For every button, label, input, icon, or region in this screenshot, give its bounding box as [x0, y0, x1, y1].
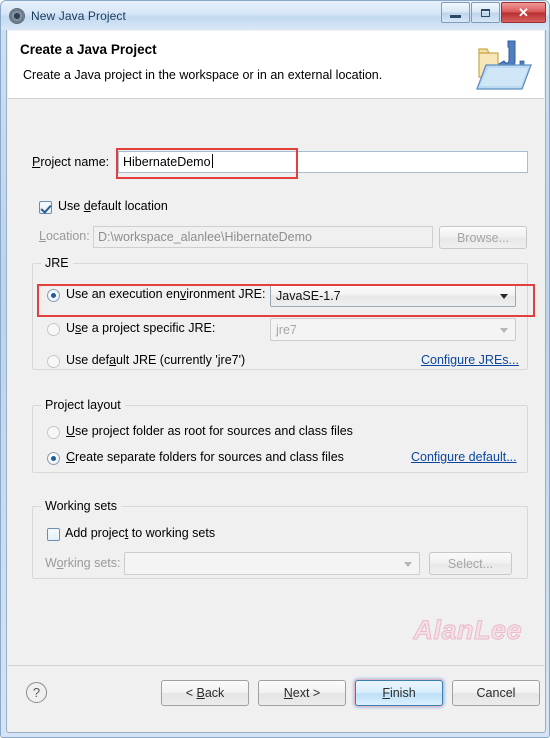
- project-layout-group-title: Project layout: [41, 398, 125, 412]
- help-icon[interactable]: ?: [26, 682, 47, 703]
- window-title: New Java Project: [31, 8, 126, 23]
- browse-label: Browse...: [456, 230, 510, 245]
- label-project-folder-as-root: Use project folder as root for sources a…: [66, 424, 353, 438]
- location-value: D:\workspace_alanlee\HibernateDemo: [98, 230, 313, 244]
- label-use-default-jre: Use default JRE (currently 'jre7'): [66, 353, 246, 367]
- location-input: D:\workspace_alanlee\HibernateDemo: [93, 226, 433, 248]
- finish-button[interactable]: Finish: [355, 680, 443, 706]
- radio-separate-folders[interactable]: [47, 452, 60, 465]
- project-specific-jre-combo: jre7: [270, 318, 516, 341]
- next-button[interactable]: Next >: [258, 680, 346, 706]
- minimize-button[interactable]: [441, 2, 470, 23]
- project-name-value: HibernateDemo: [123, 155, 211, 169]
- radio-use-execution-environment-jre[interactable]: [47, 289, 60, 302]
- use-default-location-checkbox[interactable]: [39, 201, 52, 214]
- maximize-button[interactable]: [471, 2, 500, 23]
- window-controls: ✕: [440, 2, 546, 23]
- back-label: < Back: [185, 686, 225, 700]
- label-use-execution-environment-jre: Use an execution environment JRE:: [66, 287, 266, 301]
- close-icon: ✕: [518, 5, 529, 20]
- finish-label: Finish: [382, 686, 416, 700]
- page-title: Create a Java Project: [20, 42, 157, 57]
- working-sets-group: Working sets Add project to working sets…: [32, 499, 528, 579]
- jre-group: JRE Use an execution environment JRE: Ja…: [32, 256, 528, 370]
- working-sets-combo: [124, 552, 420, 575]
- project-specific-jre-value: jre7: [276, 322, 297, 337]
- execution-environment-value: JavaSE-1.7: [276, 288, 341, 303]
- use-default-location-label: Use default location: [58, 199, 168, 213]
- location-label: Location:: [39, 229, 90, 243]
- label-separate-folders: Create separate folders for sources and …: [66, 450, 344, 464]
- cancel-button[interactable]: Cancel: [452, 680, 540, 706]
- dialog-body: Create a Java Project Create a Java proj…: [6, 30, 546, 733]
- select-label: Select...: [447, 556, 494, 571]
- add-project-to-working-sets-label: Add project to working sets: [65, 526, 216, 540]
- wizard-content: Project name: HibernateDemo Use default …: [8, 100, 544, 666]
- working-sets-group-title: Working sets: [41, 499, 122, 513]
- project-name-label: Project name:: [32, 155, 110, 169]
- cancel-label: Cancel: [476, 686, 516, 700]
- title-bar[interactable]: New Java Project ✕: [1, 1, 549, 30]
- working-sets-label: Working sets:: [45, 556, 121, 570]
- close-button[interactable]: ✕: [501, 2, 546, 23]
- java-project-folder-icon: [476, 37, 534, 93]
- label-use-project-specific-jre: Use a project specific JRE:: [66, 321, 216, 335]
- chevron-down-icon: [404, 561, 412, 567]
- chevron-down-icon: [500, 293, 508, 299]
- page-description: Create a Java project in the workspace o…: [23, 68, 383, 82]
- new-java-project-window: New Java Project ✕ Create a Java Project…: [0, 0, 550, 738]
- wizard-banner: Create a Java Project Create a Java proj…: [8, 31, 544, 99]
- configure-jres-link[interactable]: Configure JREs...: [421, 353, 519, 367]
- radio-use-project-specific-jre[interactable]: [47, 323, 60, 336]
- jre-group-title: JRE: [41, 256, 73, 270]
- configure-default-link[interactable]: Configure default...: [411, 450, 517, 464]
- chevron-down-icon: [500, 327, 508, 333]
- add-project-to-working-sets-checkbox[interactable]: [47, 528, 60, 541]
- eclipse-wizard-icon: [9, 7, 25, 24]
- radio-use-default-jre[interactable]: [47, 355, 60, 368]
- maximize-icon: [481, 8, 490, 17]
- minimize-icon: [450, 14, 461, 18]
- project-layout-group: Project layout Use project folder as roo…: [32, 398, 528, 473]
- watermark-alanlee: AlanLee: [413, 615, 522, 646]
- browse-button[interactable]: Browse...: [439, 226, 527, 249]
- text-caret: [211, 154, 213, 168]
- radio-project-folder-as-root[interactable]: [47, 426, 60, 439]
- dialog-footer: ? < Back Next > Finish Cancel: [8, 665, 544, 731]
- select-working-sets-button[interactable]: Select...: [429, 552, 512, 575]
- next-label: Next >: [283, 686, 321, 700]
- project-name-input[interactable]: HibernateDemo: [118, 151, 528, 173]
- back-button[interactable]: < Back: [161, 680, 249, 706]
- execution-environment-combo[interactable]: JavaSE-1.7: [270, 284, 516, 307]
